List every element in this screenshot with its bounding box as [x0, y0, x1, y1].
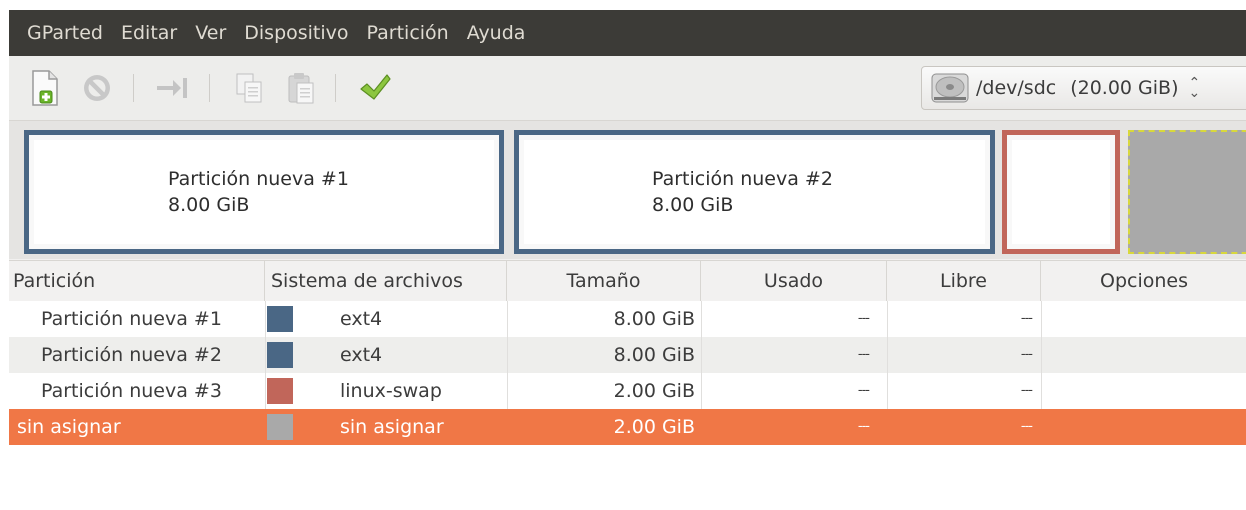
row-divider — [701, 373, 702, 409]
paste-icon — [288, 73, 314, 104]
hard-disk-icon — [931, 73, 969, 103]
partition-block-1[interactable]: Partición nueva #1 8.00 GiB — [24, 130, 504, 254]
menu-ver[interactable]: Ver — [186, 10, 235, 56]
copy-icon — [236, 73, 262, 103]
row-free: --- — [1020, 383, 1033, 398]
unallocated-block[interactable] — [1128, 130, 1246, 254]
toolbar: /dev/sdc (20.00 GiB) ⌃ ⌄ — [9, 56, 1246, 121]
row-size: 2.00 GiB — [613, 416, 695, 438]
row-filesystem: ext4 — [340, 308, 383, 330]
fs-color-swatch — [267, 306, 293, 332]
device-selector[interactable]: /dev/sdc (20.00 GiB) ⌃ ⌄ — [921, 66, 1246, 110]
row-partition: Partición nueva #3 — [41, 380, 222, 402]
partition-block-3-content — [1012, 140, 1110, 244]
row-used: --- — [857, 419, 870, 434]
partition-block-1-size: 8.00 GiB — [168, 194, 250, 216]
paste-button[interactable] — [281, 68, 321, 108]
partition-block-2-name: Partición nueva #2 — [652, 168, 833, 190]
resize-move-icon — [157, 78, 187, 98]
table-row[interactable]: Partición nueva #2 ext4 8.00 GiB --- --- — [9, 337, 1246, 373]
column-sistema-archivos[interactable]: Sistema de archivos — [265, 261, 507, 301]
copy-button[interactable] — [229, 68, 269, 108]
checkmark-icon — [360, 74, 391, 100]
row-free: --- — [1020, 347, 1033, 362]
row-used: --- — [857, 347, 870, 362]
new-partition-button[interactable] — [25, 68, 65, 108]
row-free: --- — [1020, 311, 1033, 326]
table-row-selected[interactable]: sin asignar sin asignar 2.00 GiB --- --- — [9, 409, 1246, 445]
delete-icon — [84, 75, 110, 101]
menu-ayuda[interactable]: Ayuda — [458, 10, 535, 56]
toolbar-separator — [335, 74, 336, 102]
row-divider — [265, 337, 266, 373]
fs-color-swatch — [267, 378, 293, 404]
menu-particion[interactable]: Partición — [358, 10, 458, 56]
partition-block-2-content: Partición nueva #2 8.00 GiB — [524, 140, 985, 244]
delete-button[interactable] — [77, 68, 117, 108]
partition-block-3[interactable] — [1002, 130, 1120, 254]
column-usado[interactable]: Usado — [701, 261, 887, 301]
toolbar-separator — [209, 74, 210, 102]
row-divider — [701, 337, 702, 373]
row-divider — [887, 373, 888, 409]
row-divider — [701, 301, 702, 337]
row-divider — [887, 337, 888, 373]
row-partition: Partición nueva #2 — [41, 344, 222, 366]
menu-gparted[interactable]: GParted — [9, 10, 112, 56]
partition-block-1-content: Partición nueva #1 8.00 GiB — [34, 140, 494, 244]
row-divider — [887, 301, 888, 337]
column-libre[interactable]: Libre — [887, 261, 1041, 301]
toolbar-separator — [133, 74, 134, 102]
resize-move-button[interactable] — [153, 68, 193, 108]
apply-button[interactable] — [355, 68, 395, 108]
table-row[interactable]: Partición nueva #3 linux-swap 2.00 GiB -… — [9, 373, 1246, 409]
menubar: GParted Editar Ver Dispositivo Partición… — [9, 10, 1246, 56]
row-divider — [1041, 337, 1042, 373]
row-filesystem: ext4 — [340, 344, 383, 366]
row-size: 8.00 GiB — [613, 344, 695, 366]
partition-block-2-size: 8.00 GiB — [652, 194, 734, 216]
partition-block-2[interactable]: Partición nueva #2 8.00 GiB — [514, 130, 995, 254]
row-divider — [265, 373, 266, 409]
gparted-window: GParted Editar Ver Dispositivo Partición… — [9, 10, 1246, 510]
row-filesystem: sin asignar — [340, 416, 444, 438]
row-divider — [265, 301, 266, 337]
table-row[interactable]: Partición nueva #1 ext4 8.00 GiB --- --- — [9, 301, 1246, 337]
partition-map: Partición nueva #1 8.00 GiB Partición nu… — [9, 121, 1246, 259]
row-filesystem: linux-swap — [340, 380, 442, 402]
row-used: --- — [857, 383, 870, 398]
column-tamano[interactable]: Tamaño — [507, 261, 701, 301]
row-divider — [1041, 301, 1042, 337]
row-size: 8.00 GiB — [613, 308, 695, 330]
list-header: Partición Sistema de archivos Tamaño Usa… — [9, 260, 1246, 302]
row-partition: Partición nueva #1 — [41, 308, 222, 330]
menu-dispositivo[interactable]: Dispositivo — [235, 10, 357, 56]
device-size: (20.00 GiB) — [1070, 77, 1179, 99]
menu-editar[interactable]: Editar — [112, 10, 186, 56]
column-opciones[interactable]: Opciones — [1041, 261, 1246, 301]
new-partition-icon — [32, 70, 58, 106]
row-partition: sin asignar — [17, 416, 121, 438]
partition-block-1-name: Partición nueva #1 — [168, 168, 349, 190]
row-divider — [1041, 373, 1042, 409]
partition-list: Partición Sistema de archivos Tamaño Usa… — [9, 260, 1246, 510]
fs-color-swatch — [267, 414, 293, 440]
row-size: 2.00 GiB — [613, 380, 695, 402]
device-path: /dev/sdc — [976, 77, 1057, 99]
column-particion[interactable]: Partición — [9, 261, 265, 301]
row-used: --- — [857, 311, 870, 326]
spinner-arrows-icon: ⌃ ⌄ — [1188, 75, 1201, 101]
row-free: --- — [1020, 419, 1033, 434]
fs-color-swatch — [267, 342, 293, 368]
